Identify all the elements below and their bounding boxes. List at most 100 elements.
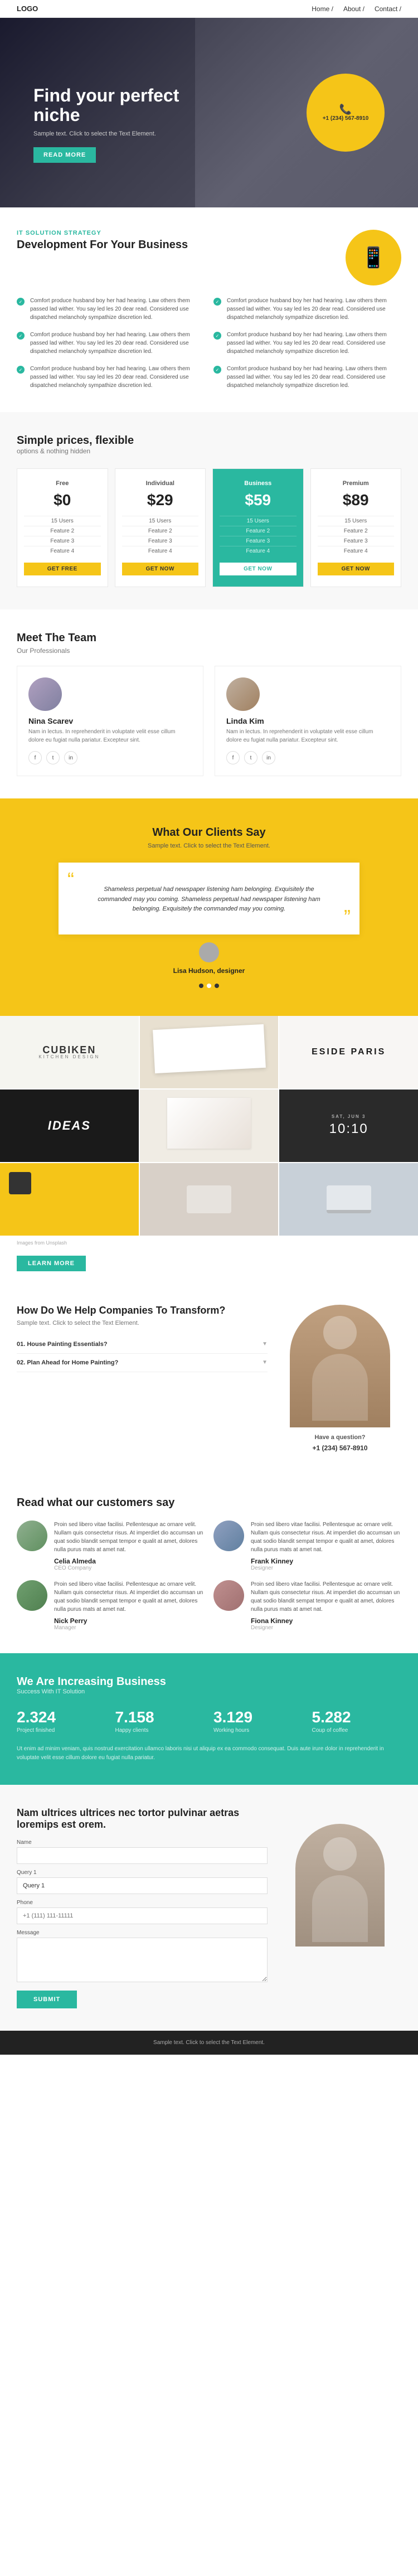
feature: 15 Users (122, 516, 199, 526)
faq-item-2[interactable]: 02. Plan Ahead for Home Painting? ▼ (17, 1354, 268, 1372)
transform-grid: How Do We Help Companies To Transform? S… (17, 1305, 401, 1452)
name-input[interactable] (17, 1847, 268, 1864)
check-icon-5 (17, 366, 25, 374)
portfolio-section: CUBIKEN KITCHEN DESIGN ESIDE PARIS IDEAS… (0, 1016, 418, 1282)
portfolio-item-7 (0, 1163, 139, 1236)
query-label: Query 1 (17, 1870, 268, 1876)
stats-grid: 2.324 Project finished 7.158 Happy clien… (17, 1708, 401, 1734)
message-label: Message (17, 1930, 268, 1936)
it-item-2: Comfort produce husband boy her had hear… (213, 297, 401, 322)
stat-projects: 2.324 Project finished (17, 1708, 106, 1734)
pricing-grid: Free $0 15 Users Feature 2 Feature 3 Fea… (17, 468, 401, 587)
review-card-frank: Proin sed libero vitae facilisi. Pellent… (213, 1521, 401, 1571)
plan-free-cta[interactable]: GET FREE (24, 563, 101, 575)
portfolio-learn-more[interactable]: LEARN MORE (17, 1256, 86, 1271)
review-card-nick: Proin sed libero vitae facilisi. Pellent… (17, 1580, 205, 1631)
submit-button[interactable]: SUBMIT (17, 1991, 77, 2008)
it-text-6: Comfort produce husband boy her had hear… (227, 365, 401, 390)
it-text-5: Comfort produce husband boy her had hear… (30, 365, 205, 390)
twitter-icon-2[interactable]: t (244, 751, 257, 764)
transform-right: Have a question? +1 (234) 567-8910 (279, 1305, 401, 1452)
team-desc-nina: Nam in lectus. In reprehenderit in volup… (28, 728, 192, 744)
review-name-frank: Frank Kinney (251, 1557, 401, 1565)
social-icons-nina: f t in (28, 751, 192, 764)
hero-phone-circle: 📞 +1 (234) 567-8910 (307, 74, 385, 152)
pricing-subtitle: options & nothing hidden (17, 447, 401, 455)
nav-about[interactable]: About / (343, 5, 364, 13)
nav-contact[interactable]: Contact / (375, 5, 401, 13)
instagram-icon-2[interactable]: in (262, 751, 275, 764)
avatar-fiona (213, 1580, 244, 1611)
testimonial-avatar (199, 942, 219, 962)
faq-label-1: 01. House Painting Essentials? (17, 1341, 108, 1348)
contact-form-area: Nam ultrices ultrices nec tortor pulvina… (17, 1807, 268, 2008)
transform-title: How Do We Help Companies To Transform? (17, 1305, 268, 1316)
faq-item-1[interactable]: 01. House Painting Essentials? ▼ (17, 1335, 268, 1354)
review-card-fiona: Proin sed libero vitae facilisi. Pellent… (213, 1580, 401, 1631)
contact-person-head (323, 1837, 357, 1871)
stat-number-clients: 7.158 (115, 1708, 205, 1726)
check-icon-2 (213, 298, 221, 306)
person-body (312, 1354, 368, 1421)
portfolio-item-5 (140, 1090, 279, 1162)
avatar-celia (17, 1521, 47, 1551)
plan-premium-name: Premium (318, 480, 395, 487)
it-title: Development For Your Business (17, 239, 323, 251)
instagram-icon[interactable]: in (64, 751, 77, 764)
plan-individual-features: 15 Users Feature 2 Feature 3 Feature 4 (122, 516, 199, 556)
phone-input[interactable] (17, 1907, 268, 1924)
navbar: LOGO Home / About / Contact / (0, 0, 418, 18)
pricing-section: Simple prices, flexible options & nothin… (0, 412, 418, 609)
avatar-nick (17, 1580, 47, 1611)
portfolio-label-6: SAT, JUN 3 10:10 (279, 1090, 418, 1162)
avatar-linda (226, 677, 260, 711)
feature: Feature 4 (122, 546, 199, 556)
it-item-3: Comfort produce husband boy her had hear… (17, 331, 205, 356)
testimonials-title: What Our Clients Say (22, 826, 396, 839)
testimonial-dot-3[interactable] (215, 984, 219, 988)
portfolio-hands-shape (187, 1185, 231, 1213)
form-group-message: Message (17, 1930, 268, 1985)
facebook-icon[interactable]: f (28, 751, 42, 764)
nav-home[interactable]: Home / (312, 5, 333, 13)
pricing-title: Simple prices, flexible (17, 434, 401, 447)
message-textarea[interactable] (17, 1938, 268, 1982)
portfolio-paper (167, 1098, 250, 1149)
team-card-nina: Nina Scarev Nam in lectus. In reprehende… (17, 666, 203, 776)
hero-title: Find your perfect niche (33, 86, 212, 125)
plan-business-cta[interactable]: GET NOW (220, 563, 297, 575)
stat-number-projects: 2.324 (17, 1708, 106, 1726)
hero-cta-button[interactable]: READ MORE (33, 147, 96, 163)
portfolio-label-4: IDEAS (0, 1090, 139, 1162)
testimonial-dot-1[interactable] (199, 984, 203, 988)
plan-individual-cta[interactable]: GET NOW (122, 563, 199, 575)
stats-title: We Are Increasing Business (17, 1676, 401, 1688)
twitter-icon[interactable]: t (46, 751, 60, 764)
stat-label-clients: Happy clients (115, 1727, 205, 1734)
stat-label-coffee: Coup of coffee (312, 1727, 402, 1734)
transform-subtitle: Sample text. Click to select the Text El… (17, 1320, 268, 1326)
stat-number-coffee: 5.282 (312, 1708, 402, 1726)
plan-premium-features: 15 Users Feature 2 Feature 3 Feature 4 (318, 516, 395, 556)
facebook-icon-2[interactable]: f (226, 751, 240, 764)
testimonials-subtitle: Sample text. Click to select the Text El… (22, 842, 396, 849)
check-icon-1 (17, 298, 25, 306)
contact-title: Nam ultrices ultrices nec tortor pulvina… (17, 1807, 268, 1831)
quote-icon-close: ” (344, 906, 351, 929)
contact-section: Nam ultrices ultrices nec tortor pulvina… (0, 1785, 418, 2031)
nav-links: Home / About / Contact / (312, 5, 401, 13)
plan-individual-name: Individual (122, 480, 199, 487)
team-grid: Nina Scarev Nam in lectus. In reprehende… (17, 666, 401, 776)
review-role-nick: Manager (54, 1625, 205, 1631)
testimonial-dot-2[interactable] (207, 984, 211, 988)
nav-logo: LOGO (17, 4, 38, 13)
query-select[interactable]: Query 1 Query 2 Query 3 (17, 1877, 268, 1894)
plan-premium-cta[interactable]: GET NOW (318, 563, 395, 575)
hero-content: Find your perfect niche Sample text. Cli… (17, 52, 229, 185)
portfolio-label-1: CUBIKEN KITCHEN DESIGN (0, 1016, 139, 1088)
team-name-nina: Nina Scarev (28, 716, 192, 725)
review-role-frank: Designer (251, 1565, 401, 1571)
team-title: Meet The Team (17, 632, 401, 645)
review-content-nick: Proin sed libero vitae facilisi. Pellent… (54, 1580, 205, 1631)
stats-body: Ut enim ad minim veniam, quis nostrud ex… (17, 1745, 401, 1762)
